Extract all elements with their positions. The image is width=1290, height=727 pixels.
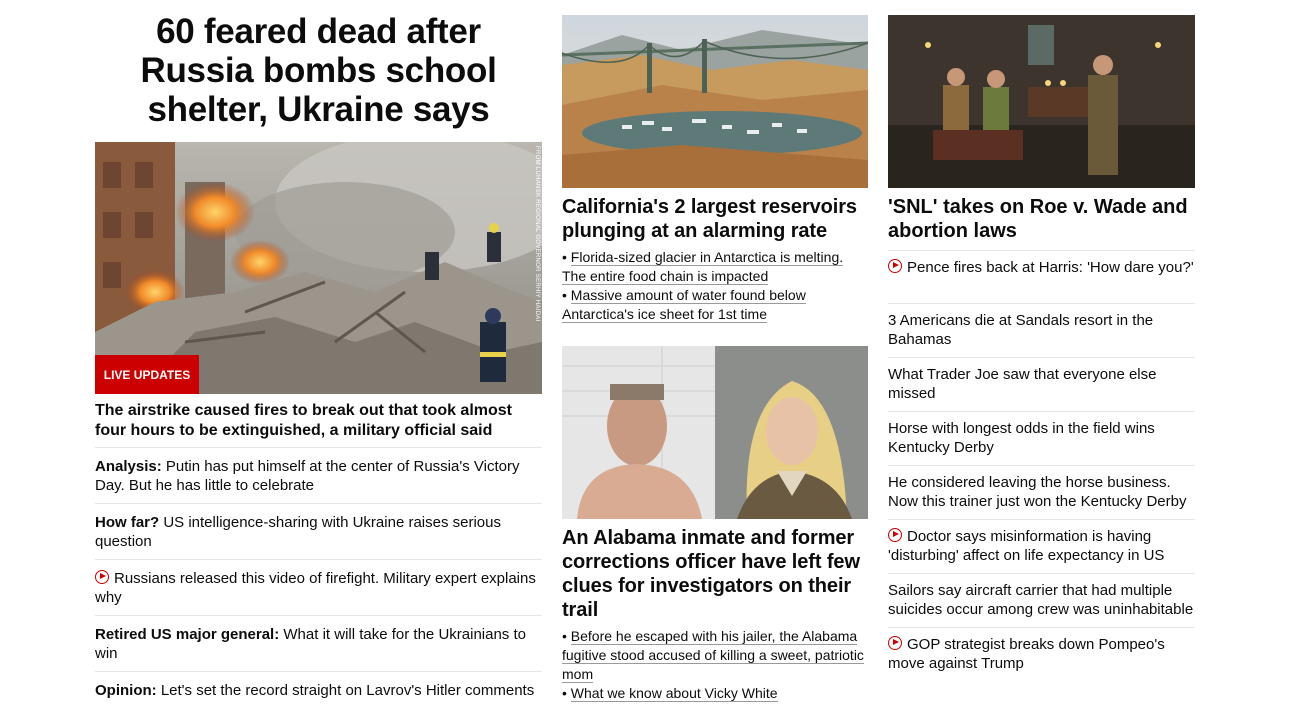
lead-headline[interactable]: 60 feared dead after Russia bombs school…: [95, 12, 542, 129]
reservoir-image[interactable]: [562, 15, 868, 188]
headline-prefix: Retired US major general:: [95, 626, 280, 643]
play-circle-icon: [888, 528, 902, 542]
headline-item[interactable]: Opinion: Let's set the record straight o…: [95, 671, 542, 724]
headline-item[interactable]: Doctor says misinformation is having 'di…: [888, 519, 1195, 573]
headline-item[interactable]: What Trader Joe saw that everyone else m…: [888, 357, 1195, 411]
headline-prefix: How far?: [95, 514, 160, 531]
headline-item[interactable]: Pence fires back at Harris: 'How dare yo…: [888, 250, 1195, 303]
headline-prefix: Opinion:: [95, 682, 157, 699]
headline-text: What Trader Joe saw that everyone else m…: [888, 366, 1157, 402]
headline-item[interactable]: GOP strategist breaks down Pompeo's move…: [888, 627, 1195, 681]
headline-item[interactable]: 3 Americans die at Sandals resort in the…: [888, 303, 1195, 357]
headline-text: He considered leaving the horse business…: [888, 474, 1187, 510]
related-link[interactable]: • Massive amount of water found below An…: [562, 286, 868, 324]
headline-text: 3 Americans die at Sandals resort in the…: [888, 312, 1154, 348]
play-circle-icon: [95, 570, 109, 584]
snl-image[interactable]: [888, 15, 1195, 188]
right-headlines-list: Pence fires back at Harris: 'How dare yo…: [888, 250, 1195, 681]
headline-item[interactable]: Russians released this video of firefigh…: [95, 559, 542, 615]
headline-prefix: Analysis:: [95, 458, 162, 475]
play-circle-icon: [888, 636, 902, 650]
lead-hero-image[interactable]: FROM LUHANSK REGIONAL GOVERNOR SERHIY HA…: [95, 142, 542, 394]
headline-item[interactable]: Retired US major general: What it will t…: [95, 615, 542, 671]
headline-text: GOP strategist breaks down Pompeo's move…: [888, 636, 1165, 672]
related-link[interactable]: • Florida-sized glacier in Antarctica is…: [562, 248, 868, 286]
play-circle-icon: [888, 259, 902, 273]
related-link[interactable]: • What we know about Vicky White: [562, 684, 868, 703]
headline-item[interactable]: Sailors say aircraft carrier that had mu…: [888, 573, 1195, 627]
snl-headline[interactable]: 'SNL' takes on Roe v. Wade and abortion …: [888, 195, 1195, 243]
headline-text: Let's set the record straight on Lavrov'…: [156, 682, 535, 699]
headline-text: Russians released this video of firefigh…: [95, 570, 536, 606]
headline-text: Doctor says misinformation is having 'di…: [888, 528, 1165, 564]
photo-credit: FROM LUHANSK REGIONAL GOVERNOR SERHIY HA…: [534, 146, 540, 322]
headline-item[interactable]: He considered leaving the horse business…: [888, 465, 1195, 519]
headline-item[interactable]: How far? US intelligence-sharing with Uk…: [95, 503, 542, 559]
fugitives-related-links: • Before he escaped with his jailer, the…: [562, 627, 868, 703]
headline-text: Horse with longest odds in the field win…: [888, 420, 1155, 456]
headline-item[interactable]: Analysis: Putin has put himself at the c…: [95, 447, 542, 503]
related-link[interactable]: • Before he escaped with his jailer, the…: [562, 627, 868, 684]
lead-subheadline[interactable]: The airstrike caused fires to break out …: [95, 401, 542, 441]
reservoir-headline[interactable]: California's 2 largest reservoirs plungi…: [562, 195, 872, 243]
fugitives-headline[interactable]: An Alabama inmate and former corrections…: [562, 526, 872, 622]
headline-text: Pence fires back at Harris: 'How dare yo…: [907, 259, 1194, 276]
live-updates-badge[interactable]: LIVE UPDATES: [95, 355, 199, 394]
reservoir-related-links: • Florida-sized glacier in Antarctica is…: [562, 248, 868, 324]
headline-text: Sailors say aircraft carrier that had mu…: [888, 582, 1194, 618]
fugitives-image[interactable]: [562, 346, 868, 519]
headline-item[interactable]: Horse with longest odds in the field win…: [888, 411, 1195, 465]
lead-related-list: Analysis: Putin has put himself at the c…: [95, 447, 542, 724]
